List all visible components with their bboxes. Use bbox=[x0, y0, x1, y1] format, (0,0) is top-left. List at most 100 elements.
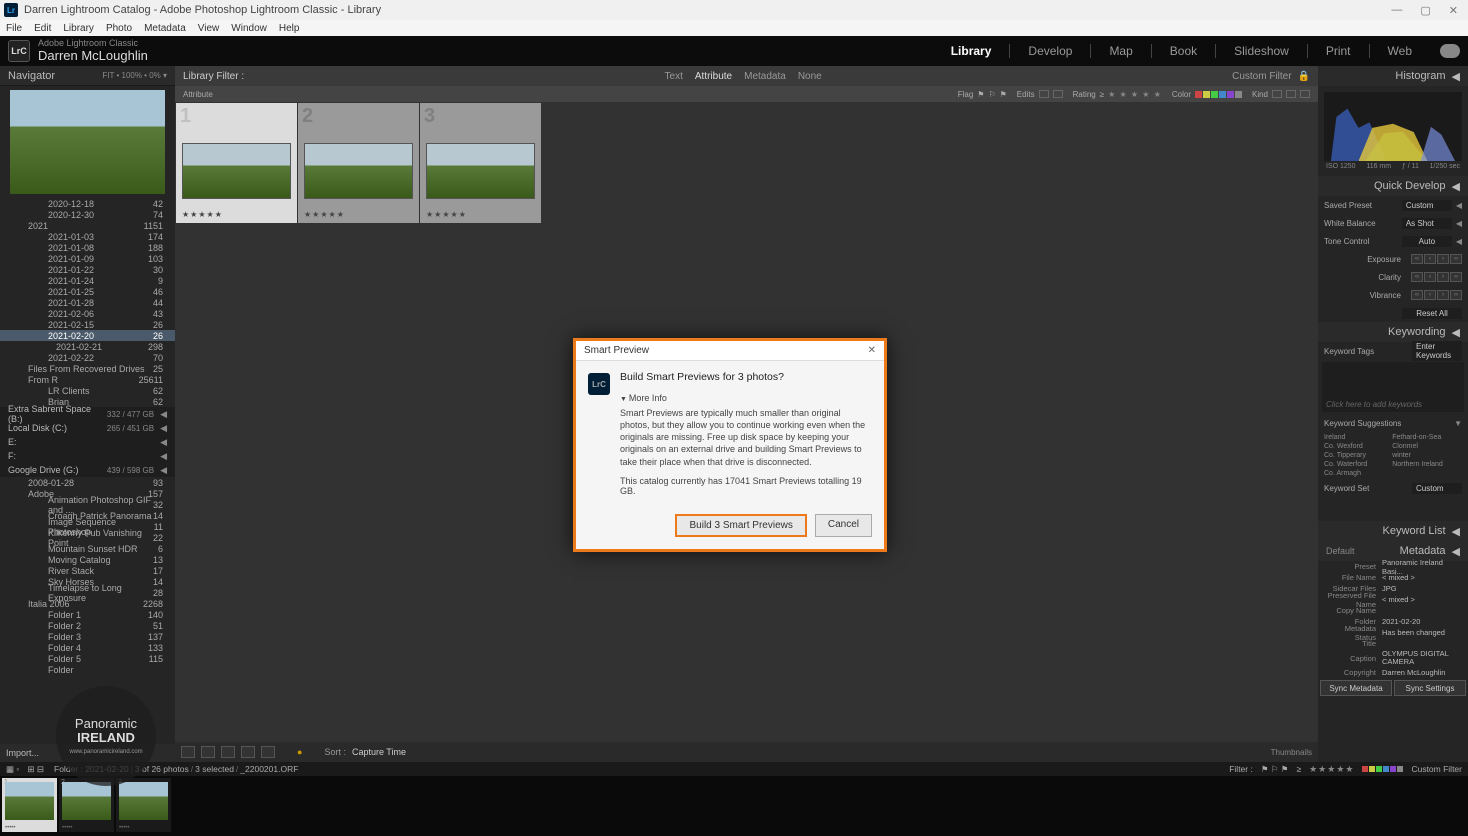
folder-row[interactable]: Folder bbox=[0, 664, 175, 675]
qd-btn[interactable]: ›› bbox=[1450, 254, 1462, 264]
kind-box2[interactable] bbox=[1286, 90, 1296, 98]
fs-path[interactable]: Folder : 2021-02-20 bbox=[54, 764, 129, 774]
folder-row[interactable]: 2021-01-09103 bbox=[0, 253, 175, 264]
navigator-header[interactable]: Navigator FIT • 100% • 0% ▾ bbox=[0, 66, 175, 86]
flag-unflagged-icon[interactable]: ⚐ bbox=[988, 90, 995, 99]
folder-row[interactable]: Folder 1140 bbox=[0, 609, 175, 620]
dialog-close-icon[interactable]: ✕ bbox=[868, 345, 876, 356]
color-swatches[interactable] bbox=[1195, 91, 1242, 98]
sort-value[interactable]: Capture Time bbox=[352, 747, 406, 757]
qd-btn[interactable]: ‹ bbox=[1424, 254, 1436, 264]
view-people-icon[interactable] bbox=[261, 746, 275, 758]
module-slideshow[interactable]: Slideshow bbox=[1232, 44, 1291, 58]
folder-row[interactable]: 2021-02-1526 bbox=[0, 319, 175, 330]
folder-row[interactable]: 20211151 bbox=[0, 220, 175, 231]
fs-rating-op[interactable]: ≥ bbox=[1296, 764, 1301, 774]
folder-row[interactable]: Moving Catalog13 bbox=[0, 554, 175, 565]
module-library[interactable]: Library bbox=[949, 44, 994, 58]
folder-row[interactable]: 2021-01-03174 bbox=[0, 231, 175, 242]
filmstrip[interactable]: 1•••••2•••••3••••• bbox=[0, 776, 1468, 836]
painter-icon[interactable]: ● bbox=[297, 747, 302, 757]
flag-rejected-icon[interactable]: ⚑ bbox=[1000, 90, 1007, 99]
cancel-button[interactable]: Cancel bbox=[815, 514, 872, 537]
build-previews-button[interactable]: Build 3 Smart Previews bbox=[675, 514, 806, 537]
qd-saved-preset[interactable]: Custom bbox=[1402, 200, 1452, 211]
meta-folder[interactable]: 2021-02-20 bbox=[1382, 617, 1462, 626]
folder-row[interactable]: 2020-12-3074 bbox=[0, 209, 175, 220]
qd-auto-button[interactable]: Auto bbox=[1402, 236, 1452, 247]
menu-photo[interactable]: Photo bbox=[106, 23, 132, 34]
drive-header[interactable]: Google Drive (G:)439 / 598 GB◀ bbox=[0, 463, 175, 477]
qd-btn[interactable]: ‹ bbox=[1424, 272, 1436, 282]
module-develop[interactable]: Develop bbox=[1026, 44, 1074, 58]
filter-attribute[interactable]: Attribute bbox=[695, 71, 732, 82]
view-compare-icon[interactable] bbox=[221, 746, 235, 758]
view-loupe-icon[interactable] bbox=[201, 746, 215, 758]
filter-none[interactable]: None bbox=[798, 71, 822, 82]
menu-view[interactable]: View bbox=[198, 23, 220, 34]
fs-flag-icons[interactable]: ⚑ ⚐ ⚑ bbox=[1261, 764, 1289, 775]
folder-row[interactable]: Files From Recovered Drives25 bbox=[0, 363, 175, 374]
folder-row[interactable]: 2008-01-2893 bbox=[0, 477, 175, 488]
folder-row[interactable]: Brian62 bbox=[0, 396, 175, 407]
drive-header[interactable]: F:◀ bbox=[0, 449, 175, 463]
folder-row[interactable]: 2021-02-21298 bbox=[0, 341, 175, 352]
folder-row[interactable]: 2021-02-2270 bbox=[0, 352, 175, 363]
meta-caption[interactable]: OLYMPUS DIGITAL CAMERA bbox=[1382, 650, 1462, 667]
filmstrip-cell[interactable]: 2••••• bbox=[59, 778, 114, 832]
fs-custom-filter[interactable]: Custom Filter bbox=[1411, 764, 1462, 774]
qd-btn[interactable]: ›› bbox=[1450, 272, 1462, 282]
qd-wb[interactable]: As Shot bbox=[1402, 218, 1452, 229]
filter-metadata[interactable]: Metadata bbox=[744, 71, 786, 82]
drive-header[interactable]: Local Disk (C:)265 / 451 GB◀ bbox=[0, 421, 175, 435]
menu-help[interactable]: Help bbox=[279, 23, 300, 34]
folder-row[interactable]: Mountain Sunset HDR6 bbox=[0, 543, 175, 554]
meta-copyright[interactable]: Darren McLoughlin bbox=[1382, 668, 1462, 677]
view-survey-icon[interactable] bbox=[241, 746, 255, 758]
folder-row[interactable]: 2021-02-0643 bbox=[0, 308, 175, 319]
dialog-more-info[interactable]: More Info bbox=[620, 393, 872, 403]
kw-tags-select[interactable]: Enter Keywords bbox=[1412, 341, 1462, 361]
kind-box[interactable] bbox=[1272, 90, 1282, 98]
module-print[interactable]: Print bbox=[1324, 44, 1353, 58]
module-book[interactable]: Book bbox=[1168, 44, 1199, 58]
folder-row[interactable]: Italia 20062268 bbox=[0, 598, 175, 609]
module-map[interactable]: Map bbox=[1107, 44, 1134, 58]
folder-row[interactable]: From R25611 bbox=[0, 374, 175, 385]
fs-color-swatches[interactable] bbox=[1362, 766, 1403, 772]
folder-row[interactable]: Timelapse to Long Exposure28 bbox=[0, 587, 175, 598]
qd-reset-button[interactable]: Reset All bbox=[1402, 308, 1462, 319]
qd-btn[interactable]: › bbox=[1437, 290, 1449, 300]
filter-text[interactable]: Text bbox=[665, 71, 683, 82]
kw-set[interactable]: Custom bbox=[1412, 483, 1462, 494]
qd-btn[interactable]: ‹‹ bbox=[1411, 272, 1423, 282]
folder-row[interactable]: 2021-01-249 bbox=[0, 275, 175, 286]
view-toggle-icon[interactable]: ▦ ▫ bbox=[6, 764, 19, 775]
filter-lock-icon[interactable]: 🔒 bbox=[1298, 71, 1310, 82]
kind-box3[interactable] bbox=[1300, 90, 1310, 98]
module-web[interactable]: Web bbox=[1386, 44, 1414, 58]
qd-btn[interactable]: ‹ bbox=[1424, 290, 1436, 300]
folder-row[interactable]: Kilkenny Pub Vanishing Point22 bbox=[0, 532, 175, 543]
folder-row[interactable]: River Stack17 bbox=[0, 565, 175, 576]
cloud-sync-icon[interactable] bbox=[1440, 44, 1460, 58]
keyword-suggestion[interactable]: winter bbox=[1392, 452, 1458, 459]
keyword-suggestion[interactable]: Co. Waterford bbox=[1324, 461, 1390, 468]
filmstrip-cell[interactable]: 3••••• bbox=[116, 778, 171, 832]
folder-row[interactable]: 2021-01-2230 bbox=[0, 264, 175, 275]
folder-row[interactable]: Folder 251 bbox=[0, 620, 175, 631]
thumbnail-grid[interactable]: 1★★★★★2★★★★★3★★★★★ Smart Preview ✕ LrC B… bbox=[175, 102, 1318, 742]
drive-header[interactable]: Extra Sabrent Space (B:)332 / 477 GB◀ bbox=[0, 407, 175, 421]
folder-row[interactable]: 2021-02-2026 bbox=[0, 330, 175, 341]
folder-row[interactable]: Folder 3137 bbox=[0, 631, 175, 642]
qd-btn[interactable]: ›› bbox=[1450, 290, 1462, 300]
filmstrip-cell[interactable]: 1••••• bbox=[2, 778, 57, 832]
folder-row[interactable]: Folder 4133 bbox=[0, 642, 175, 653]
maximize-icon[interactable]: ▢ bbox=[1420, 4, 1430, 17]
minimize-icon[interactable]: — bbox=[1391, 4, 1402, 17]
navigator-zoom[interactable]: FIT • 100% • 0% ▾ bbox=[102, 71, 167, 80]
keyword-suggestion[interactable]: Co. Tipperary bbox=[1324, 452, 1390, 459]
quick-develop-header[interactable]: Quick Develop◀ bbox=[1318, 176, 1468, 196]
histogram-header[interactable]: Histogram◀ bbox=[1318, 66, 1468, 86]
edits-box[interactable] bbox=[1039, 90, 1049, 98]
